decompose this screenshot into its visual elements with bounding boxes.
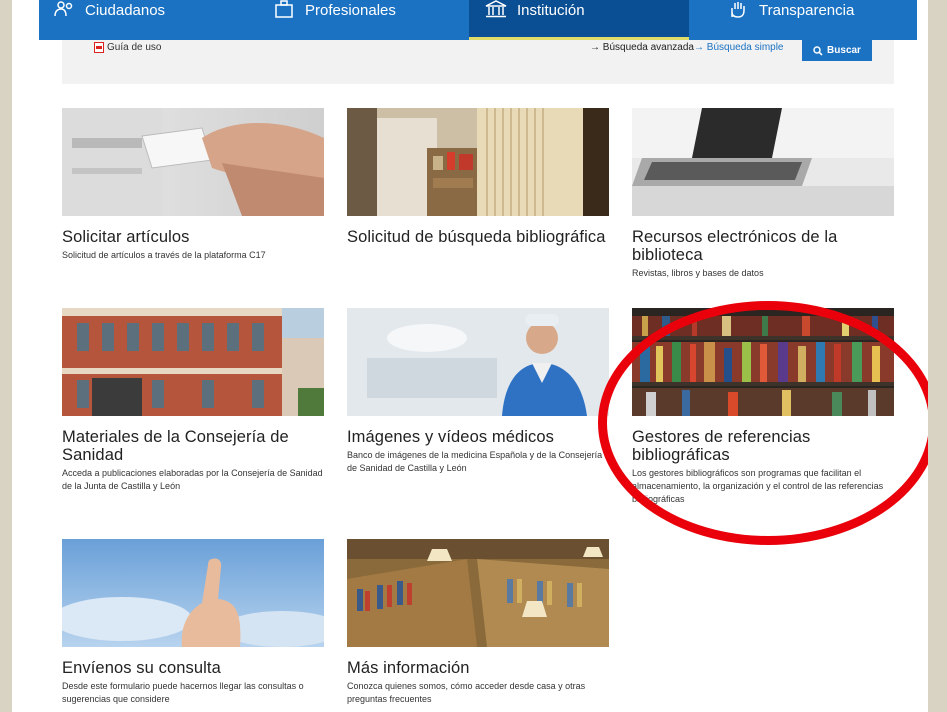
institution-icon bbox=[485, 0, 507, 18]
card-title: Gestores de referencias bibliográficas bbox=[632, 428, 811, 464]
nav-transparencia[interactable]: Transparencia bbox=[689, 0, 917, 40]
card-desc: Banco de imágenes de la medicina Español… bbox=[347, 450, 603, 473]
card-envienos-consulta[interactable]: Envíenos su consulta Desde este formular… bbox=[62, 539, 324, 706]
search-area: Guía de uso → Búsqueda avanzada → Búsque… bbox=[62, 40, 894, 84]
card-title: Solicitar artículos bbox=[62, 228, 190, 246]
nav-label: Transparencia bbox=[759, 2, 855, 19]
card-desc: Conozca quienes somos, cómo acceder desd… bbox=[347, 681, 586, 704]
search-button-label: Buscar bbox=[827, 45, 861, 56]
hand-icon bbox=[731, 2, 745, 18]
card-image bbox=[632, 308, 894, 416]
card-image bbox=[347, 108, 609, 216]
card-desc: Desde este formulario puede hacernos lle… bbox=[62, 681, 304, 704]
card-materiales-consejeria[interactable]: Materiales de la Consejería de Sanidad A… bbox=[62, 308, 324, 493]
card-image bbox=[62, 308, 324, 416]
nav-label: Institución bbox=[517, 2, 585, 19]
card-desc: Acceda a publicaciones elaboradas por la… bbox=[62, 468, 323, 491]
card-desc: Los gestores bibliográficos son programa… bbox=[632, 468, 884, 504]
nav-profesionales[interactable]: Profesionales bbox=[253, 0, 469, 40]
nav-institucion[interactable]: Institución bbox=[469, 0, 689, 40]
people-icon bbox=[54, 1, 73, 17]
search-icon bbox=[813, 45, 823, 56]
card-title: Más información bbox=[347, 659, 470, 677]
card-image bbox=[347, 539, 609, 647]
card-image bbox=[62, 108, 324, 216]
guide-link[interactable]: Guía de uso bbox=[94, 42, 161, 53]
nav-label: Ciudadanos bbox=[85, 2, 166, 19]
search-button[interactable]: Buscar bbox=[802, 40, 872, 61]
card-recursos-electronicos[interactable]: Recursos electrónicos de la biblioteca R… bbox=[632, 108, 894, 280]
briefcase-icon bbox=[275, 0, 293, 18]
card-desc: Revistas, libros y bases de datos bbox=[632, 268, 764, 278]
card-title: Envíenos su consulta bbox=[62, 659, 221, 677]
card-image bbox=[62, 539, 324, 647]
card-image bbox=[347, 308, 609, 416]
nav-label: Profesionales bbox=[305, 2, 396, 19]
card-desc: Solicitud de artículos a través de la pl… bbox=[62, 250, 266, 260]
guide-label: Guía de uso bbox=[107, 42, 162, 53]
card-mas-informacion[interactable]: Más información Conozca quienes somos, c… bbox=[347, 539, 609, 706]
card-image bbox=[632, 108, 894, 216]
card-solicitud-busqueda[interactable]: Solicitud de búsqueda bibliográfica bbox=[347, 108, 609, 249]
card-title: Solicitud de búsqueda bibliográfica bbox=[347, 228, 606, 246]
card-gestores-referencias[interactable]: Gestores de referencias bibliográficas L… bbox=[632, 308, 894, 506]
card-title: Recursos electrónicos de la biblioteca bbox=[632, 228, 838, 264]
card-imagenes-videos[interactable]: Imágenes y vídeos médicos Banco de imáge… bbox=[347, 308, 609, 475]
card-title: Imágenes y vídeos médicos bbox=[347, 428, 555, 446]
advanced-search-link[interactable]: → Búsqueda avanzada bbox=[590, 42, 694, 53]
simple-search-link[interactable]: → Búsqueda simple bbox=[694, 42, 784, 53]
card-title: Materiales de la Consejería de Sanidad bbox=[62, 428, 289, 464]
top-nav: Ciudadanos Profesionales Institución Tra… bbox=[39, 0, 917, 40]
page: Ciudadanos Profesionales Institución Tra… bbox=[12, 0, 928, 712]
card-solicitar-articulos[interactable]: Solicitar artículos Solicitud de artícul… bbox=[62, 108, 324, 262]
nav-ciudadanos[interactable]: Ciudadanos bbox=[39, 0, 253, 40]
pdf-icon bbox=[94, 42, 104, 53]
